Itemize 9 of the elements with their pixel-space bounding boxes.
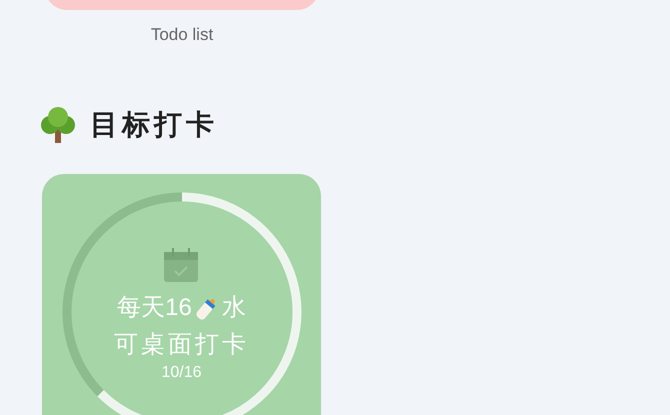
calendar-icon xyxy=(163,247,199,283)
section-title: 目标打卡 xyxy=(90,108,218,142)
goal-subtext: 可桌面打卡 xyxy=(114,330,249,360)
tree-icon xyxy=(38,105,78,145)
goal-text: 水 xyxy=(222,293,246,323)
progress-count: 10/16 xyxy=(161,363,202,383)
goal-card[interactable]: 每天16 水 可桌面打卡 10/16 xyxy=(42,174,321,415)
goal-text: 每天16 xyxy=(117,293,192,323)
card-caption: Todo list xyxy=(150,24,214,46)
